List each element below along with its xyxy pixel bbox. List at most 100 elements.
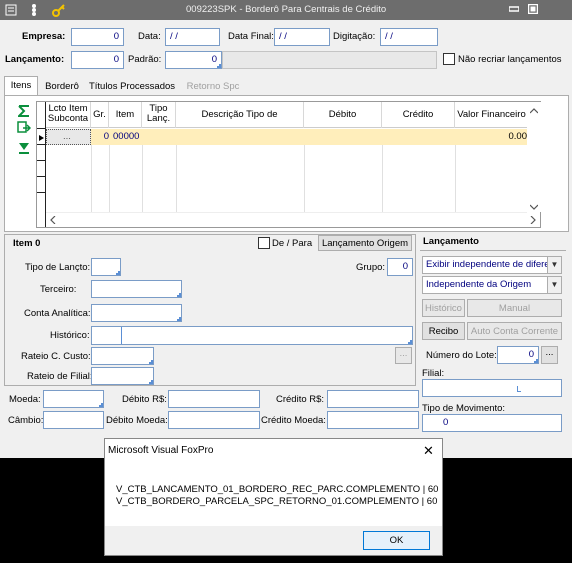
credito-rs-field[interactable] xyxy=(327,390,419,408)
de-para-label: De / Para xyxy=(272,238,313,249)
close-icon[interactable]: ✕ xyxy=(423,443,434,459)
key-icon[interactable] xyxy=(52,3,66,20)
scroll-right-icon[interactable] xyxy=(530,215,536,227)
credito-moeda-field[interactable] xyxy=(327,411,419,429)
data-final-field[interactable]: / / xyxy=(274,28,330,46)
filial-field[interactable] xyxy=(422,379,562,397)
dialog-footer: OK xyxy=(105,526,442,555)
data-final-label: Data Final: xyxy=(228,31,274,42)
de-para-checkbox[interactable] xyxy=(258,237,270,249)
grupo-label: Grupo: xyxy=(356,262,386,273)
foxpro-dialog: Microsoft Visual FoxPro ✕ V_CTB_LANCAMEN… xyxy=(104,438,443,556)
tab-bordero[interactable]: Borderô xyxy=(40,78,84,96)
historico-button[interactable]: Histórico xyxy=(422,299,465,317)
padrao-field[interactable]: 0 xyxy=(165,51,222,69)
debito-rs-label: Débito R$: xyxy=(122,394,167,405)
numero-lote-label: Número do Lote: xyxy=(426,350,497,361)
lancamento-label: Lançamento: xyxy=(5,54,65,65)
historico-label: Histórico: xyxy=(50,330,90,341)
tipo-lancto-field[interactable] xyxy=(91,258,121,276)
filter-icon[interactable] xyxy=(18,142,30,157)
credito-moeda-label: Crédito Moeda: xyxy=(261,415,326,426)
grid-horizontal-scrollbar[interactable] xyxy=(46,212,536,227)
traffic-light-icon[interactable] xyxy=(28,3,40,20)
empresa-field[interactable]: 0 xyxy=(71,28,124,46)
minimize-button[interactable] xyxy=(508,5,520,13)
grupo-field[interactable]: 0 xyxy=(387,258,413,276)
terceiro-field[interactable] xyxy=(91,280,182,298)
recibo-button[interactable]: Recibo xyxy=(422,322,465,340)
debito-rs-field[interactable] xyxy=(168,390,260,408)
row-selector-column xyxy=(37,102,46,227)
dialog-title: Microsoft Visual FoxPro xyxy=(108,445,214,456)
rateio-custo-label: Rateio C. Custo: xyxy=(21,351,91,362)
col-header-debito[interactable]: Débito xyxy=(304,102,382,128)
filial-label: Filial: xyxy=(422,368,445,379)
data-field[interactable]: / / xyxy=(165,28,220,46)
rateio-custo-field[interactable] xyxy=(91,347,154,365)
numero-lote-field[interactable]: 0 xyxy=(497,346,539,364)
cambio-field[interactable] xyxy=(43,411,104,429)
cell-gr: 0 xyxy=(103,131,109,142)
maximize-button[interactable] xyxy=(527,3,539,15)
chevron-down-icon[interactable]: ▼ xyxy=(547,257,561,273)
auto-conta-corrente-button[interactable]: Auto Conta Corrente xyxy=(467,322,562,340)
conta-analitica-label: Conta Analítica: xyxy=(24,308,91,319)
origem-select[interactable]: Independente da Origem ▼ xyxy=(422,276,562,294)
credito-rs-label: Crédito R$: xyxy=(276,394,325,405)
rateio-filial-label: Rateio de Filial: xyxy=(27,371,93,382)
lancamento-panel-title: Lançamento xyxy=(423,236,479,247)
tab-itens[interactable]: Itens xyxy=(4,76,38,96)
ok-button[interactable]: OK xyxy=(363,531,430,550)
digitacao-field[interactable]: / / xyxy=(380,28,438,46)
col-header-descricao[interactable]: Descrição Tipo de lançamento xyxy=(176,102,304,146)
col-header-credito[interactable]: Crédito xyxy=(382,102,455,128)
chevron-down-icon[interactable]: ▼ xyxy=(547,277,561,293)
lancamento-origem-button[interactable]: Lançamento Origem xyxy=(318,235,412,251)
rateio-filial-field[interactable] xyxy=(91,367,154,385)
numero-lote-ellipsis-button[interactable]: ... xyxy=(541,346,558,364)
col-header-gr[interactable]: Gr. xyxy=(91,102,109,128)
window-title: 009223SPK - Borderô Para Centrais de Cré… xyxy=(186,4,387,15)
scroll-left-icon[interactable] xyxy=(50,215,56,227)
lancamento-divider xyxy=(420,250,566,251)
padrao-description xyxy=(222,51,437,69)
items-grid[interactable]: Lcto Item Subconta Gr. Item Tipo Lanç. D… xyxy=(36,101,541,228)
col-header-item[interactable]: Item xyxy=(109,102,142,128)
nao-recriar-checkbox[interactable] xyxy=(443,53,455,65)
debito-moeda-field[interactable] xyxy=(168,411,260,429)
moeda-field[interactable] xyxy=(43,390,104,408)
tab-retorno-spc[interactable]: Retorno Spc xyxy=(180,78,246,96)
cell-item: 00000 xyxy=(113,131,140,142)
main-window: 009223SPK - Borderô Para Centrais de Cré… xyxy=(0,0,572,458)
empresa-label: Empresa: xyxy=(22,31,66,42)
exibir-select[interactable]: Exibir independente de diferen ▼ xyxy=(422,256,562,274)
rateio-ellipsis-button[interactable]: ... xyxy=(395,347,412,364)
tipo-movimento-label: Tipo de Movimento: xyxy=(422,403,506,414)
scroll-down-icon[interactable] xyxy=(529,202,539,213)
debito-moeda-label: Débito Moeda: xyxy=(106,415,168,426)
table-row[interactable]: ... 0 00000 0.00 xyxy=(46,129,540,145)
grid-header: Lcto Item Subconta Gr. Item Tipo Lanç. D… xyxy=(46,102,541,146)
item-title: Item 0 xyxy=(13,238,41,249)
tab-titulos-processados[interactable]: Títulos Processados xyxy=(86,78,178,96)
manual-button[interactable]: Manual xyxy=(467,299,562,317)
col-header-subconta[interactable]: Lcto Item Subconta xyxy=(46,102,91,128)
window-menu-icon[interactable] xyxy=(5,4,17,19)
cambio-label: Câmbio: xyxy=(8,415,44,426)
scroll-up-icon[interactable] xyxy=(529,106,539,117)
tipo-movimento-field[interactable]: 0 xyxy=(422,414,562,432)
moeda-label: Moeda: xyxy=(9,394,41,405)
digitacao-label: Digitação: xyxy=(333,31,376,42)
col-header-tipo-lanc[interactable]: Tipo Lanç. xyxy=(142,102,176,128)
export-icon[interactable] xyxy=(17,121,32,138)
row-pointer-icon xyxy=(39,133,44,144)
historico-field[interactable] xyxy=(91,326,413,345)
grid-vertical-scrollbar[interactable] xyxy=(527,102,541,212)
sum-icon[interactable] xyxy=(16,105,30,120)
dialog-message-line1: V_CTB_LANCAMENTO_01_BORDERO_REC_PARC.COM… xyxy=(116,484,439,495)
lancamento-field[interactable]: 0 xyxy=(71,51,124,69)
subconta-ellipsis-button[interactable]: ... xyxy=(63,131,71,142)
conta-analitica-field[interactable] xyxy=(91,304,182,322)
col-header-valor-financeiro[interactable]: Valor Financeiro xyxy=(455,102,529,128)
